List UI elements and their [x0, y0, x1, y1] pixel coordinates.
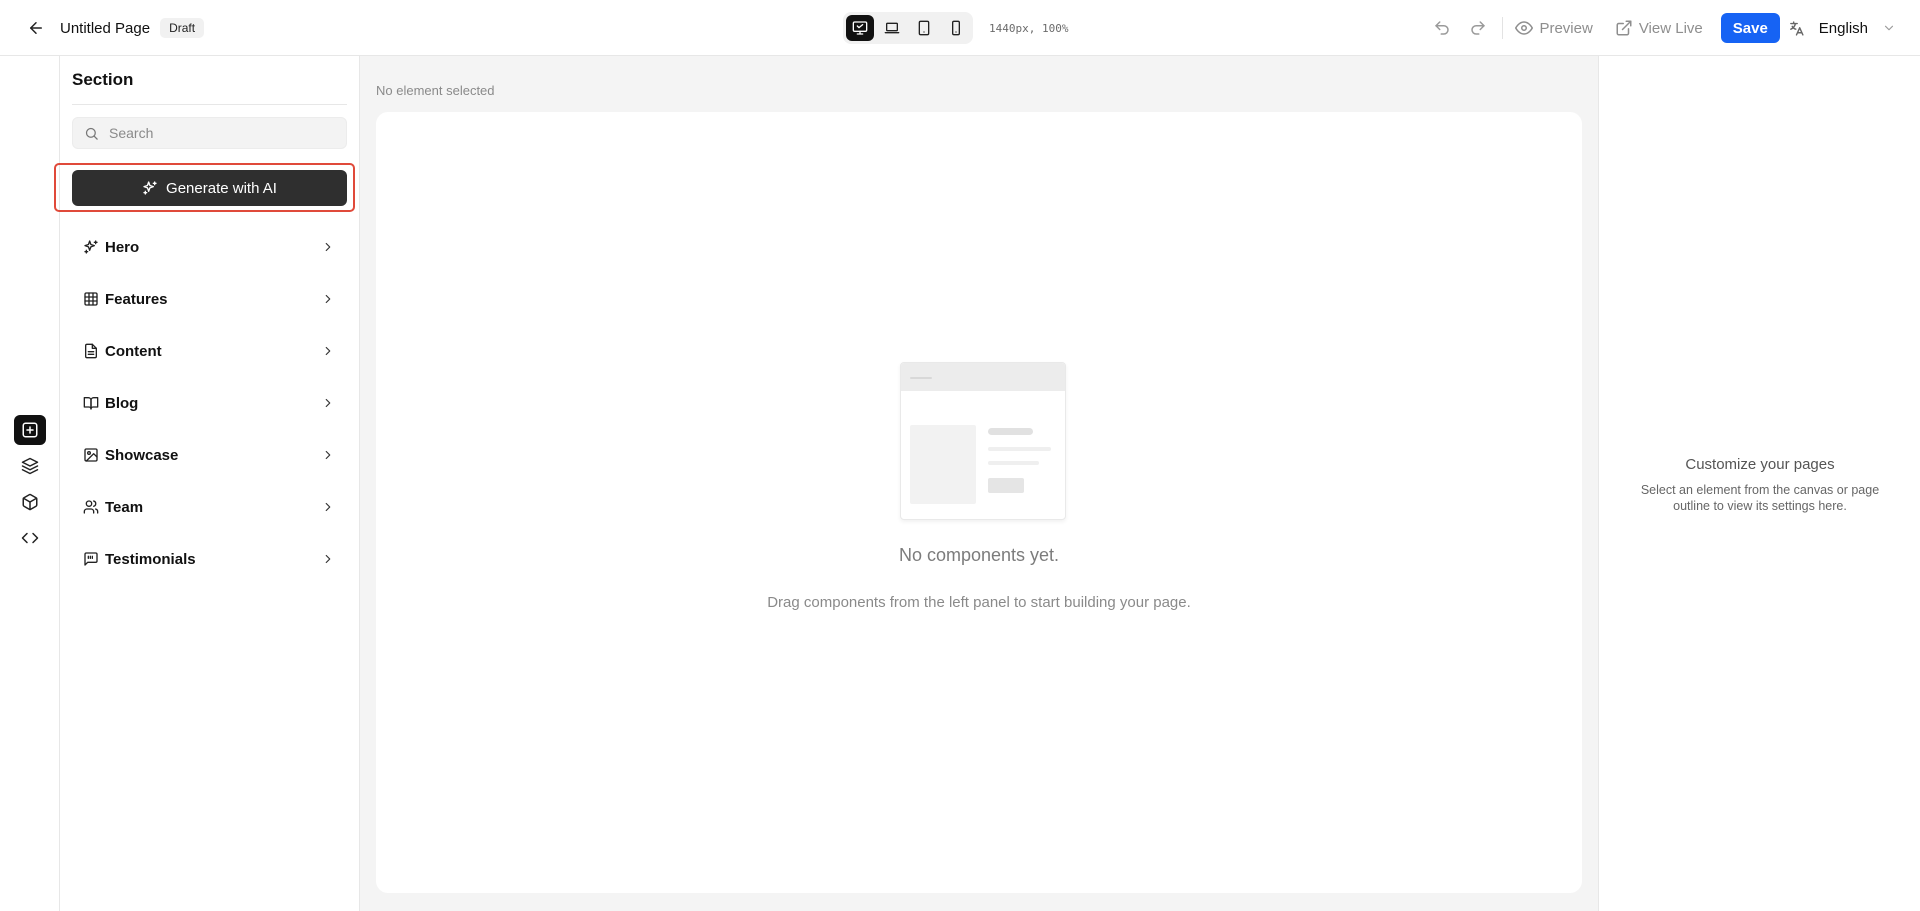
chevron-right-icon — [325, 398, 331, 408]
rail-code-button[interactable] — [14, 523, 46, 553]
category-item-hero[interactable]: Hero — [72, 221, 347, 273]
language-select[interactable]: English — [1819, 20, 1896, 37]
preview-button[interactable]: Preview — [1515, 19, 1593, 37]
generate-with-ai-button[interactable]: Generate with AI — [72, 170, 347, 206]
illustration-image-block — [910, 425, 976, 504]
chevron-right-icon — [325, 242, 331, 252]
header-divider — [1502, 17, 1504, 39]
top-bar: Untitled Page Draft 1440px, 100% Preview… — [0, 0, 1920, 56]
device-laptop-button[interactable] — [878, 15, 906, 41]
category-label: Hero — [105, 238, 140, 256]
back-button[interactable] — [22, 14, 50, 42]
section-panel: Section Generate with AI Hero Features C… — [54, 56, 360, 911]
layers-icon — [21, 457, 39, 475]
undo-icon — [1435, 21, 1450, 35]
document-icon — [85, 343, 97, 359]
components-icon — [22, 493, 38, 511]
redo-button[interactable] — [1464, 14, 1492, 42]
code-icon — [21, 532, 39, 544]
laptop-icon — [884, 22, 900, 34]
view-live-button[interactable]: View Live — [1615, 19, 1703, 37]
chevron-right-icon — [325, 502, 331, 512]
header-left: Untitled Page Draft — [22, 0, 205, 56]
redo-icon — [1471, 21, 1486, 35]
illustration-text-line — [988, 447, 1051, 451]
left-rail — [0, 56, 60, 911]
search-icon — [85, 127, 98, 140]
rail-components-button[interactable] — [14, 487, 46, 517]
category-item-content[interactable]: Content — [72, 325, 347, 377]
category-item-showcase[interactable]: Showcase — [72, 429, 347, 481]
save-button[interactable]: Save — [1720, 13, 1780, 43]
empty-state-illustration — [900, 362, 1066, 520]
device-tablet-button[interactable] — [910, 15, 938, 41]
category-item-testimonials[interactable]: Testimonials — [72, 533, 347, 585]
chevron-right-icon — [325, 554, 331, 564]
desktop-icon — [852, 21, 868, 35]
category-list: Hero Features Content Blog Showcase Team — [72, 221, 347, 585]
search-input[interactable] — [107, 124, 337, 142]
empty-state-subtitle: Drag components from the left panel to s… — [767, 594, 1191, 611]
header-right: Preview View Live Save English — [1428, 0, 1896, 56]
illustration-button-block — [988, 478, 1024, 493]
settings-title: Customize your pages — [1685, 456, 1835, 473]
preview-label: Preview — [1539, 19, 1593, 37]
chevron-right-icon — [325, 294, 331, 304]
category-label: Features — [105, 290, 168, 308]
page-canvas[interactable]: No components yet. Drag components from … — [376, 112, 1582, 893]
generate-with-ai-label: Generate with AI — [166, 179, 277, 197]
device-mobile-button[interactable] — [942, 15, 970, 41]
rail-add-section-button[interactable] — [14, 415, 46, 445]
device-group — [843, 12, 973, 44]
undo-button[interactable] — [1428, 14, 1456, 42]
translate-icon — [1789, 20, 1804, 36]
mobile-icon — [952, 20, 960, 36]
search-field — [72, 117, 347, 149]
tablet-icon — [918, 20, 930, 36]
category-label: Team — [105, 498, 144, 516]
category-label: Blog — [105, 394, 139, 412]
category-item-team[interactable]: Team — [72, 481, 347, 533]
viewport-readout: 1440px, 100% — [989, 21, 1069, 35]
selection-status: No element selected — [376, 83, 495, 98]
rail-layers-button[interactable] — [14, 451, 46, 481]
category-label: Showcase — [105, 446, 179, 464]
device-desktop-button[interactable] — [846, 15, 874, 41]
chevron-right-icon — [325, 346, 331, 356]
external-link-icon — [1616, 20, 1632, 36]
status-badge: Draft — [160, 18, 205, 38]
illustration-heading-line — [988, 428, 1033, 435]
quote-icon — [84, 552, 98, 566]
page-title: Untitled Page — [60, 19, 151, 37]
chevron-down-icon — [1884, 25, 1894, 31]
illustration-logo-line — [910, 377, 932, 379]
arrow-left-icon — [30, 22, 42, 34]
settings-panel: Customize your pages Select an element f… — [1598, 56, 1920, 911]
empty-state-title: No components yet. — [898, 545, 1060, 565]
sparkles-icon — [84, 240, 98, 254]
grid-icon — [84, 292, 98, 306]
language-label: English — [1818, 19, 1868, 37]
category-label: Testimonials — [105, 550, 196, 568]
panel-divider — [72, 104, 347, 105]
view-live-label: View Live — [1638, 19, 1703, 37]
book-icon — [83, 397, 99, 410]
category-item-blog[interactable]: Blog — [72, 377, 347, 429]
panel-title: Section — [72, 70, 134, 89]
sparkles-icon — [143, 181, 157, 195]
translate-button[interactable] — [1788, 20, 1805, 37]
device-switcher: 1440px, 100% — [843, 12, 1068, 44]
image-icon — [84, 448, 98, 462]
category-label: Content — [105, 342, 162, 360]
category-item-features[interactable]: Features — [72, 273, 347, 325]
chevron-right-icon — [325, 450, 331, 460]
canvas-area: No element selected No components yet. D… — [360, 56, 1598, 911]
illustration-text-line — [988, 461, 1039, 465]
eye-icon — [1515, 21, 1534, 35]
add-section-icon — [22, 422, 38, 438]
settings-subtitle: Select an element from the canvas or pag… — [1640, 483, 1880, 513]
users-icon — [83, 500, 99, 514]
